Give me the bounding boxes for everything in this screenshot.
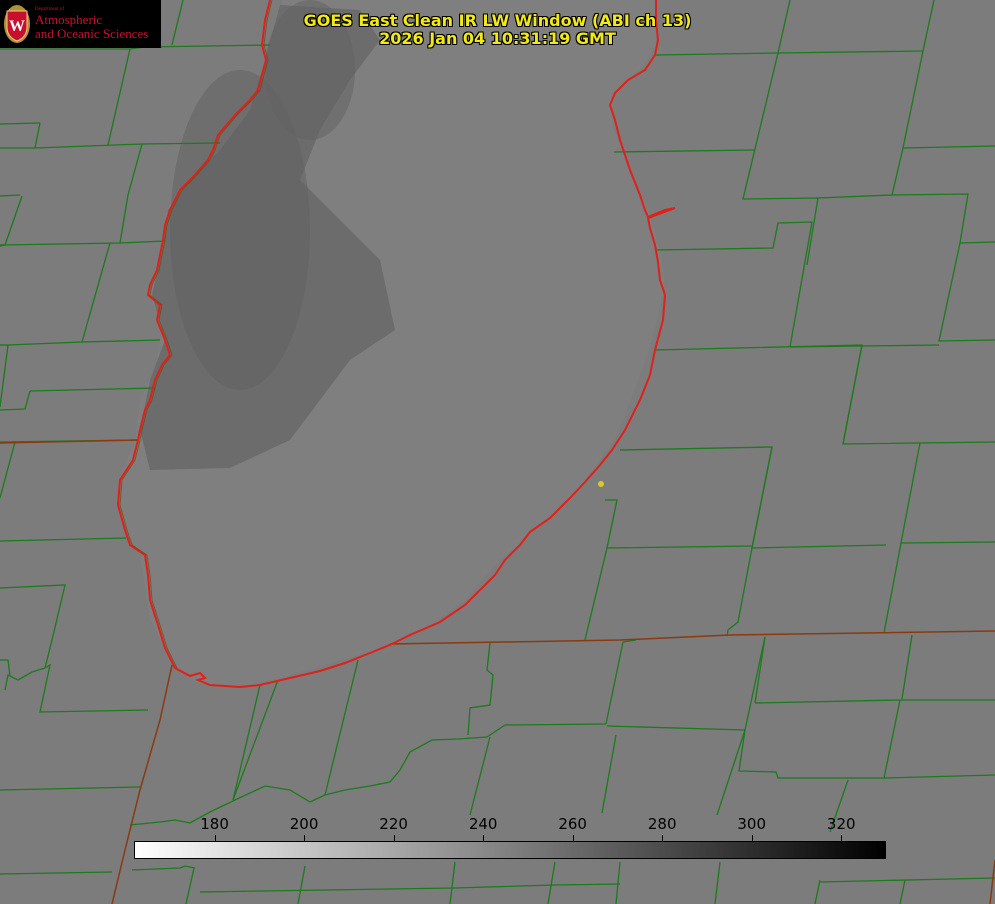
colorbar-tick-label: 260 <box>558 815 587 833</box>
colorbar-tick-label: 240 <box>468 815 498 833</box>
colorbar-tick-label: 280 <box>647 815 677 833</box>
marker-dot <box>598 481 604 487</box>
colorbar-tick-label: 320 <box>826 815 856 833</box>
colorbar-tick-label: 220 <box>379 815 408 833</box>
colorbar-tick-label: 300 <box>737 815 767 833</box>
satellite-map <box>0 0 995 904</box>
temperature-colorbar <box>134 841 886 859</box>
image-title: GOES East Clean IR LW Window (ABI ch 13) <box>303 11 692 30</box>
colorbar-tick-label: 180 <box>200 815 229 833</box>
image-timestamp: 2026 Jan 04 10:31:19 GMT <box>379 29 616 48</box>
colorbar-tick-label: 200 <box>289 815 319 833</box>
